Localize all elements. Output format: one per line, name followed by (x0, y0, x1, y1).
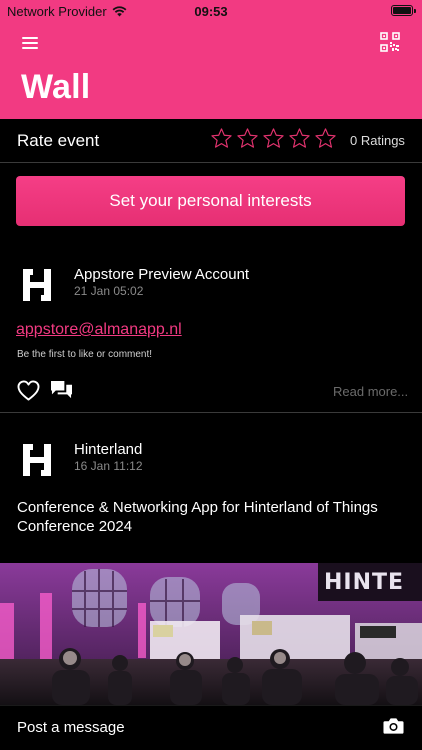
camera-icon[interactable] (383, 717, 404, 735)
rate-event-row: Rate event 0 Ratings (0, 119, 422, 163)
post-divider (0, 412, 422, 413)
star-icon[interactable] (262, 127, 285, 150)
hamburger-menu-icon (22, 37, 38, 39)
heart-icon[interactable] (17, 380, 40, 401)
app-header: Network Provider 09:53 Wall (0, 0, 422, 119)
comment-icon[interactable] (50, 380, 73, 401)
post-author[interactable]: Appstore Preview Account (74, 266, 249, 283)
post-author[interactable]: Hinterland (74, 441, 142, 458)
email-link[interactable]: appstore@almanapp.nl (16, 321, 182, 339)
qr-code-icon[interactable] (380, 32, 400, 52)
post-time: 16 Jan 11:12 (74, 459, 143, 473)
rating-stars (210, 127, 337, 150)
post-message-input[interactable]: Post a message (17, 719, 125, 736)
star-icon[interactable] (210, 127, 233, 150)
star-icon[interactable] (236, 127, 259, 150)
set-interests-button[interactable]: Set your personal interests (16, 176, 405, 226)
post-photo[interactable]: HINTE (0, 563, 422, 705)
hamburger-menu-icon (22, 47, 38, 49)
star-icon[interactable] (288, 127, 311, 150)
star-icon[interactable] (314, 127, 337, 150)
menu-button[interactable] (22, 37, 40, 51)
page-title: Wall (21, 68, 91, 106)
post-time: 21 Jan 05:02 (74, 284, 144, 298)
conference-photo: HINTE (0, 563, 422, 705)
author-avatar[interactable] (17, 440, 57, 480)
ratings-count: 0 Ratings (350, 133, 405, 148)
read-more-link[interactable]: Read more... (333, 384, 408, 399)
status-time: 09:53 (194, 4, 228, 19)
author-avatar[interactable] (17, 265, 57, 305)
bottom-bar: Post a message (0, 705, 422, 750)
hamburger-menu-icon (22, 42, 38, 44)
battery-icon (391, 5, 416, 16)
post-text: Conference & Networking App for Hinterla… (17, 499, 378, 535)
svg-text:HINTE: HINTE (324, 570, 404, 595)
status-bar: Network Provider 09:53 (0, 0, 422, 22)
like-hint: Be the first to like or comment! (17, 349, 153, 360)
rate-event-label: Rate event (17, 131, 100, 150)
